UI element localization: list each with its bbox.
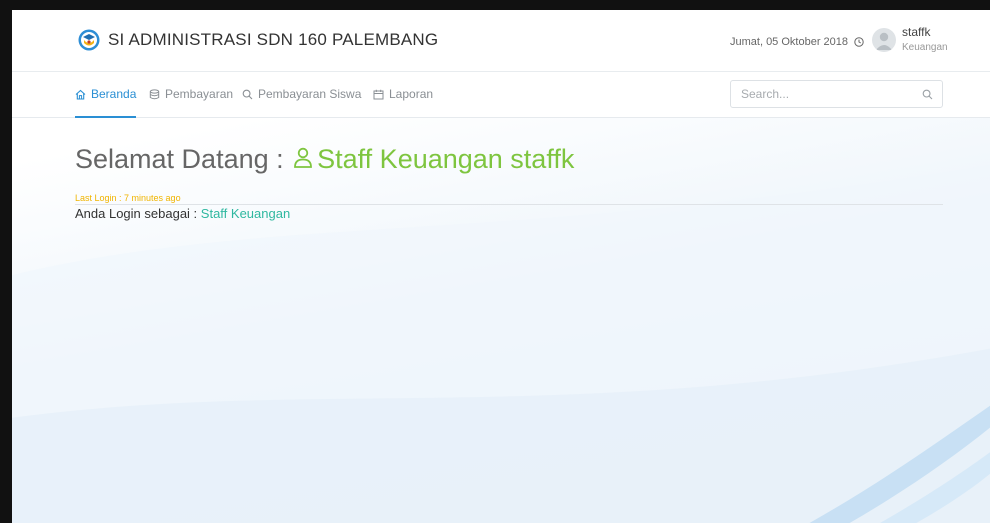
welcome-heading: Selamat Datang : Staff Keuangan staffk [75,144,574,175]
main-nav: Beranda Pembayaran Pembayaran Siswa Lapo… [12,72,990,118]
current-date: Jumat, 05 Oktober 2018 [730,36,864,48]
nav-item-beranda[interactable]: Beranda [75,72,137,118]
app-title: SI ADMINISTRASI SDN 160 PALEMBANG [108,30,439,49]
user-avatar[interactable] [872,28,896,52]
school-logo-icon[interactable] [78,29,100,51]
search-icon[interactable] [922,89,933,100]
user-role: Keuangan [902,42,948,53]
welcome-prefix: Selamat Datang : [75,144,284,174]
search-icon [242,89,253,100]
nav-label: Pembayaran [165,87,234,101]
database-icon [149,89,160,100]
search-box[interactable] [730,80,943,108]
clock-icon [854,37,864,47]
nav-item-pembayaran[interactable]: Pembayaran [149,72,233,117]
welcome-user: Staff Keuangan staffk [317,144,575,174]
search-input[interactable] [739,86,913,102]
nav-item-laporan[interactable]: Laporan [373,72,433,117]
nav-label: Pembayaran Siswa [258,87,362,101]
last-login-text: Last Login : 7 minutes ago [75,193,181,203]
nav-item-pembayaran-siswa[interactable]: Pembayaran Siswa [242,72,361,117]
date-text: Jumat, 05 Oktober 2018 [730,36,849,48]
app-frame: SI ADMINISTRASI SDN 160 PALEMBANG Jumat,… [0,0,990,523]
nav-label: Beranda [91,87,137,101]
user-avatar-icon [876,32,892,50]
calendar-icon [373,89,384,100]
home-icon [75,89,86,100]
login-role-line: Anda Login sebagai : Staff Keuangan [75,206,290,221]
nav-label: Laporan [389,87,434,101]
role-prefix: Anda Login sebagai : [75,206,198,221]
user-name[interactable]: staffk [902,25,930,39]
divider [75,204,943,205]
top-header: SI ADMINISTRASI SDN 160 PALEMBANG Jumat,… [12,10,990,72]
user-icon [294,147,313,168]
role-value: Staff Keuangan [200,206,291,221]
